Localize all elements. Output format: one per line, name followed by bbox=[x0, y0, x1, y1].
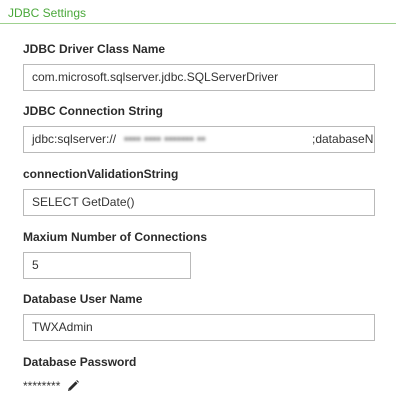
max-connections-input[interactable]: 5 bbox=[23, 252, 191, 279]
jdbc-settings-panel: JDBC Settings JDBC Driver Class Name com… bbox=[0, 0, 396, 400]
connection-string-prefix: jdbc:sqlserver:// bbox=[32, 132, 117, 146]
panel-divider bbox=[0, 23, 396, 24]
connection-string-suffix: ;databaseN bbox=[312, 132, 374, 146]
validation-string-input[interactable]: SELECT GetDate() bbox=[23, 189, 375, 216]
connection-string-label: JDBC Connection String bbox=[23, 104, 163, 118]
max-connections-label: Maxium Number of Connections bbox=[23, 230, 208, 244]
db-user-label: Database User Name bbox=[23, 292, 143, 306]
db-password-label: Database Password bbox=[23, 355, 137, 369]
db-user-input[interactable]: TWXAdmin bbox=[23, 314, 375, 341]
validation-string-label: connectionValidationString bbox=[23, 167, 179, 181]
connection-string-input[interactable]: jdbc:sqlserver:// •••• •••• ••••••• •• ;… bbox=[23, 126, 375, 153]
driver-class-label: JDBC Driver Class Name bbox=[23, 42, 166, 56]
connection-string-redacted: •••• •••• ••••••• •• bbox=[124, 132, 206, 146]
db-password-value: ******** bbox=[23, 379, 61, 393]
db-password-row: ******** bbox=[23, 378, 80, 394]
pencil-icon[interactable] bbox=[66, 379, 80, 393]
driver-class-input[interactable]: com.microsoft.sqlserver.jdbc.SQLServerDr… bbox=[23, 64, 375, 91]
panel-title: JDBC Settings bbox=[8, 6, 87, 20]
